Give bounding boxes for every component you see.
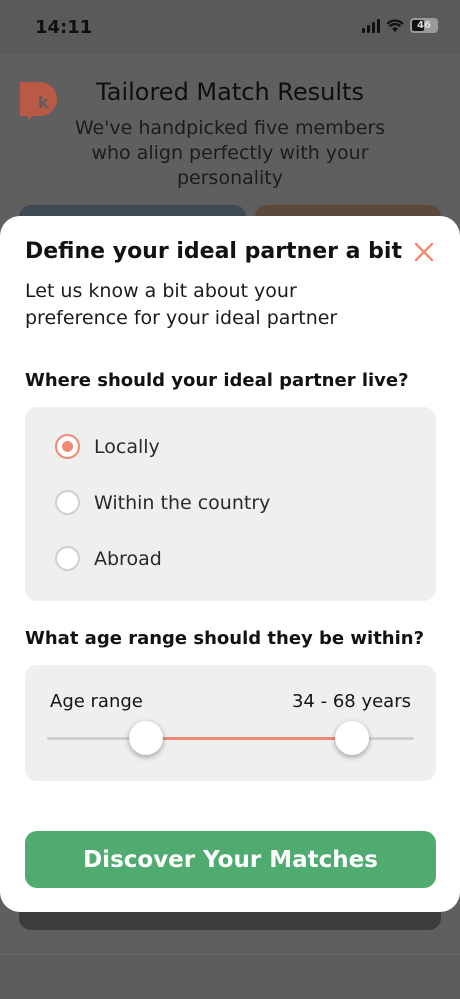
age-range-value: 34 - 68 years: [291, 691, 411, 712]
battery-icon: 46: [410, 18, 438, 33]
slider-thumb-max[interactable]: [334, 721, 369, 755]
age-range-panel: Age range 34 - 68 years: [25, 665, 436, 781]
page-subtitle: We've handpicked five members who align …: [74, 117, 386, 189]
age-range-label: Age range: [50, 691, 143, 712]
background-bottom-bar: [0, 954, 460, 999]
wifi-icon: [386, 18, 404, 32]
discover-matches-button[interactable]: Discover Your Matches: [25, 831, 436, 888]
radio-label: Within the country: [94, 491, 271, 514]
battery-level: 46: [417, 20, 431, 31]
radio-button-checked[interactable]: [55, 434, 80, 459]
slider-selected-range: [146, 737, 352, 740]
radio-button[interactable]: [55, 490, 80, 515]
slider-thumb-min[interactable]: [129, 721, 164, 755]
sheet-description: Let us know a bit about your preference …: [25, 280, 338, 329]
radio-within-country[interactable]: Within the country: [55, 490, 270, 515]
close-icon[interactable]: [414, 242, 434, 262]
radio-locally[interactable]: Locally: [55, 434, 160, 459]
age-question: What age range should they be within?: [25, 628, 425, 649]
location-options: Locally Within the country Abroad: [25, 407, 436, 601]
location-question: Where should your ideal partner live?: [25, 370, 409, 391]
preference-sheet: Define your ideal partner a bit Let us k…: [0, 216, 460, 912]
radio-label: Locally: [94, 435, 160, 458]
radio-abroad[interactable]: Abroad: [55, 546, 162, 571]
radio-button[interactable]: [55, 546, 80, 571]
radio-label: Abroad: [94, 547, 162, 570]
page-title: Tailored Match Results: [96, 78, 364, 106]
status-time: 14:11: [35, 17, 93, 38]
sheet-title: Define your ideal partner a bit: [25, 239, 402, 264]
status-icons: 46: [362, 18, 438, 33]
signal-icon: [362, 18, 380, 33]
status-bar: 14:11 46: [0, 0, 460, 54]
